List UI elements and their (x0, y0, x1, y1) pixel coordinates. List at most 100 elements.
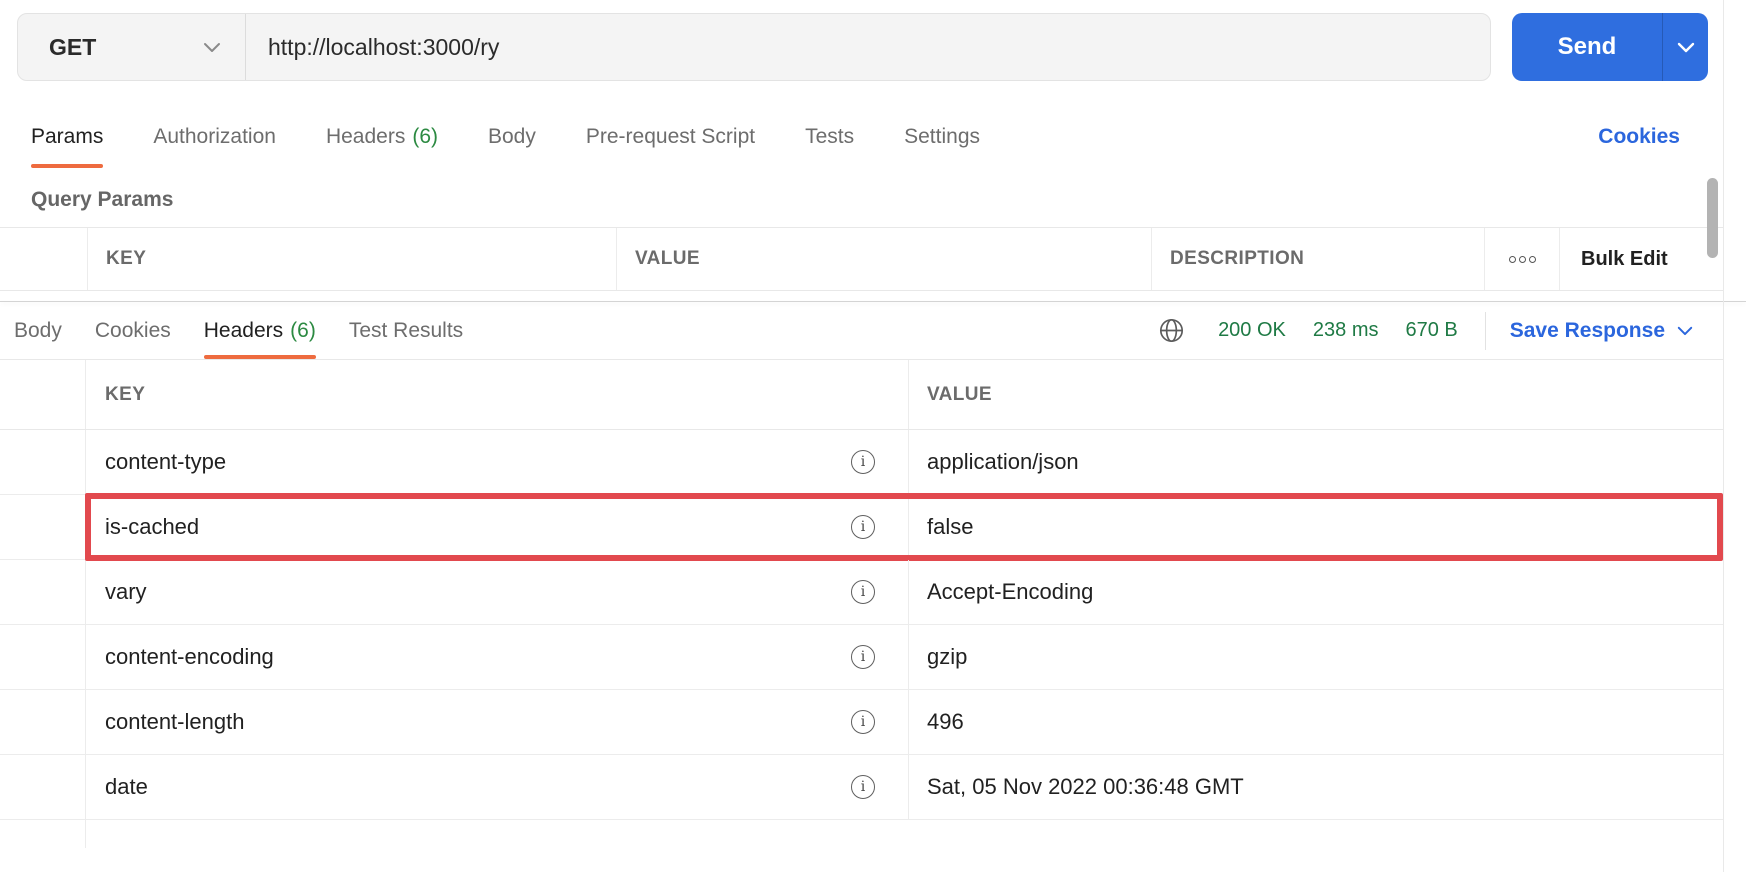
chevron-down-icon (1677, 41, 1695, 53)
header-key: content-type (105, 449, 226, 475)
response-tabs: Body Cookies Headers (6) Test Results (14, 302, 463, 359)
row-select-cell (0, 820, 86, 848)
info-icon[interactable] (851, 710, 875, 734)
table-row: content-length 496 (0, 690, 1723, 755)
tab-test-results[interactable]: Test Results (349, 302, 463, 359)
scrollbar-track[interactable] (1723, 0, 1724, 872)
active-tab-underline (31, 164, 103, 168)
info-icon[interactable] (851, 515, 875, 539)
tab-headers[interactable]: Headers (6) (326, 105, 438, 168)
send-options-button[interactable] (1662, 13, 1708, 81)
table-row-highlighted: is-cached false (0, 495, 1723, 560)
tab-label: Test Results (349, 319, 463, 343)
tab-params[interactable]: Params (31, 105, 103, 168)
header-value: Sat, 05 Nov 2022 00:36:48 GMT (927, 774, 1244, 800)
query-params-table-header: KEY VALUE DESCRIPTION Bulk Edit (0, 227, 1723, 291)
row-select-cell (0, 755, 86, 819)
tab-tests[interactable]: Tests (805, 105, 854, 168)
status-code: 200 OK (1218, 319, 1286, 342)
request-tabs: Params Authorization Headers (6) Body Pr… (31, 105, 1746, 168)
response-time: 238 ms (1313, 319, 1379, 342)
row-select-cell (0, 625, 86, 689)
chevron-down-icon (203, 41, 221, 53)
info-icon[interactable] (851, 450, 875, 474)
request-url-bar: GET http://localhost:3000/ry Send (0, 0, 1746, 81)
url-group: GET http://localhost:3000/ry (17, 13, 1491, 81)
tab-label: Authorization (153, 125, 276, 149)
column-header-description: DESCRIPTION (1151, 228, 1484, 290)
header-value: 496 (927, 709, 964, 735)
header-key: content-length (105, 709, 244, 735)
headers-count-badge: (6) (412, 125, 438, 149)
dot-icon (1509, 256, 1516, 263)
headers-count-badge: (6) (290, 319, 316, 343)
column-header-key: KEY (86, 360, 908, 429)
dot-icon (1529, 256, 1536, 263)
tab-label: Cookies (95, 319, 171, 343)
column-header-key: KEY (87, 228, 616, 290)
info-icon[interactable] (851, 775, 875, 799)
row-select-cell (0, 560, 86, 624)
header-value: false (927, 514, 973, 540)
tab-label: Params (31, 125, 103, 149)
tab-label: Settings (904, 125, 980, 149)
header-key: content-encoding (105, 644, 274, 670)
table-row: content-type application/json (0, 430, 1723, 495)
bulk-edit-button[interactable]: Bulk Edit (1559, 228, 1723, 290)
tab-response-cookies[interactable]: Cookies (95, 302, 171, 359)
row-select-cell (0, 495, 86, 559)
method-dropdown[interactable]: GET (18, 14, 246, 80)
tab-settings[interactable]: Settings (904, 105, 980, 168)
query-params-label: Query Params (31, 188, 1746, 212)
url-input[interactable]: http://localhost:3000/ry (246, 14, 1490, 80)
row-select-cell (0, 228, 87, 290)
response-headers-table: KEY VALUE content-type application/json … (0, 360, 1723, 848)
info-icon[interactable] (851, 580, 875, 604)
header-value: gzip (927, 644, 967, 670)
tab-label: Pre-request Script (586, 125, 755, 149)
header-value: application/json (927, 449, 1079, 475)
table-row: vary Accept-Encoding (0, 560, 1723, 625)
table-row: date Sat, 05 Nov 2022 00:36:48 GMT (0, 755, 1723, 820)
tab-response-headers[interactable]: Headers (6) (204, 302, 316, 359)
save-response-button[interactable]: Save Response (1510, 319, 1693, 343)
more-options-button[interactable] (1484, 228, 1559, 290)
table-header-row: KEY VALUE (0, 360, 1723, 430)
row-select-cell (0, 690, 86, 754)
tab-label: Tests (805, 125, 854, 149)
tab-label: Headers (326, 125, 405, 149)
response-toolbar: Body Cookies Headers (6) Test Results (0, 302, 1723, 360)
tab-label: Body (14, 319, 62, 343)
cookies-link[interactable]: Cookies (1598, 125, 1680, 149)
tab-pre-request-script[interactable]: Pre-request Script (586, 105, 755, 168)
save-response-label: Save Response (1510, 319, 1665, 343)
row-select-cell (0, 360, 86, 429)
url-value: http://localhost:3000/ry (268, 34, 499, 61)
table-row: content-encoding gzip (0, 625, 1723, 690)
tab-label: Headers (204, 319, 283, 343)
tab-body[interactable]: Body (488, 105, 536, 168)
active-tab-underline (204, 355, 316, 359)
tab-authorization[interactable]: Authorization (153, 105, 276, 168)
scrollbar-thumb[interactable] (1707, 178, 1718, 258)
divider (1485, 312, 1486, 350)
tab-response-body[interactable]: Body (14, 302, 62, 359)
method-label: GET (49, 34, 96, 61)
tab-label: Body (488, 125, 536, 149)
header-key: date (105, 774, 148, 800)
chevron-down-icon (1677, 325, 1693, 336)
column-header-value: VALUE (908, 360, 1723, 429)
network-globe-icon[interactable] (1158, 317, 1185, 344)
row-select-cell (0, 430, 86, 494)
header-value: Accept-Encoding (927, 579, 1093, 605)
header-key: vary (105, 579, 147, 605)
send-button[interactable]: Send (1512, 13, 1662, 81)
info-icon[interactable] (851, 645, 875, 669)
table-row-partial (0, 820, 1723, 848)
dot-icon (1519, 256, 1526, 263)
response-size: 670 B (1405, 319, 1457, 342)
response-status-area: 200 OK 238 ms 670 B Save Response (1158, 312, 1693, 350)
send-button-group: Send (1512, 13, 1708, 81)
send-label: Send (1558, 33, 1617, 61)
column-header-value: VALUE (616, 228, 1151, 290)
